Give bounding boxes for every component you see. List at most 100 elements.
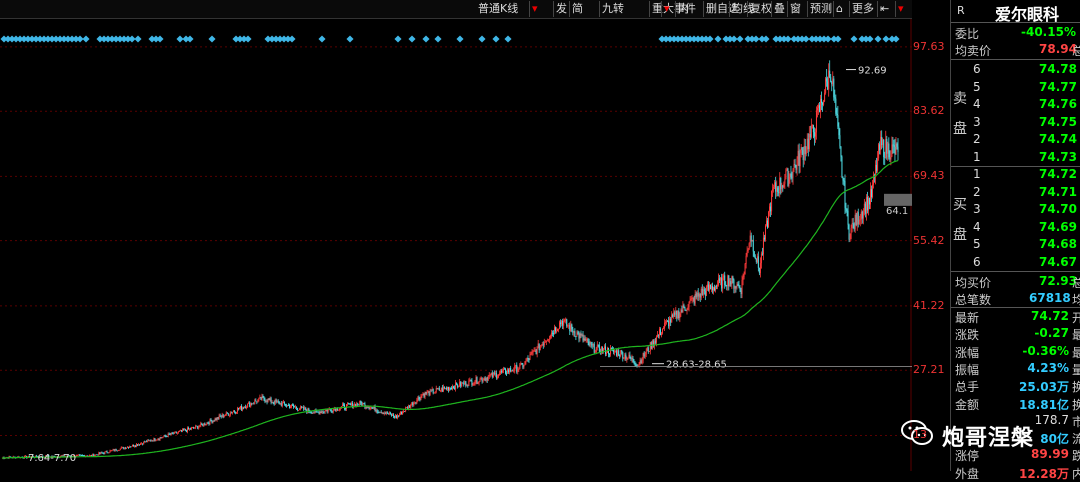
stat-suffix: 换 bbox=[1072, 380, 1080, 395]
candle-body bbox=[478, 381, 480, 384]
candle-body bbox=[826, 78, 828, 82]
candle-body bbox=[511, 370, 513, 372]
candle-body bbox=[630, 358, 632, 360]
candle-body bbox=[634, 362, 636, 365]
candle-body bbox=[349, 403, 351, 405]
candle-body bbox=[239, 408, 241, 410]
candle-body bbox=[503, 368, 505, 371]
toolbar-item-17[interactable]: ▾ bbox=[898, 0, 904, 18]
candle-body bbox=[105, 451, 107, 452]
candle-body bbox=[719, 278, 721, 281]
candle-body bbox=[249, 402, 251, 407]
candle-body bbox=[368, 407, 370, 409]
candle-body bbox=[384, 412, 386, 414]
toolbar-item-6[interactable]: ▾ bbox=[664, 0, 670, 18]
candle-body bbox=[392, 414, 394, 417]
candle-body bbox=[851, 223, 853, 229]
candle-body bbox=[415, 402, 417, 404]
toolbar-item-15[interactable]: 更多 bbox=[852, 0, 874, 18]
candle-body bbox=[468, 380, 470, 386]
toolbar-item-13[interactable]: 预测 bbox=[810, 0, 832, 18]
candle-body bbox=[710, 286, 712, 290]
toolbar-item-16[interactable]: ⇤ bbox=[880, 0, 889, 18]
candle-body bbox=[437, 387, 439, 390]
candle-body bbox=[847, 210, 849, 225]
candle-body bbox=[810, 125, 812, 138]
candle-body bbox=[486, 377, 488, 381]
candle-body bbox=[196, 425, 198, 427]
candle-body bbox=[177, 431, 179, 433]
candle-body bbox=[764, 225, 766, 240]
toolbar-item-11[interactable]: 叠 bbox=[774, 0, 785, 18]
candle-body bbox=[692, 297, 694, 299]
toolbar-item-14[interactable]: ⌂ bbox=[836, 0, 843, 18]
toolbar-item-4[interactable]: 九转 bbox=[602, 0, 624, 18]
candle-body bbox=[395, 415, 397, 419]
candle-body bbox=[297, 408, 299, 411]
candle-body bbox=[473, 383, 475, 385]
stat-label: 振幅 bbox=[955, 362, 980, 377]
candle-body bbox=[863, 203, 865, 212]
candle-body bbox=[664, 322, 666, 329]
candle-body bbox=[199, 426, 201, 427]
toolbar-item-5[interactable]: 重大事件 bbox=[652, 0, 696, 18]
candle-body bbox=[121, 447, 123, 448]
candle-body bbox=[622, 352, 624, 359]
candle-body bbox=[426, 391, 428, 394]
candle-body bbox=[126, 446, 128, 448]
weibi-label: 委比 bbox=[955, 27, 980, 41]
candle-body bbox=[237, 408, 239, 410]
candle-body bbox=[433, 392, 435, 394]
candle-body bbox=[341, 404, 343, 407]
toolbar-separator bbox=[877, 1, 878, 17]
toolbar-item-0[interactable]: 普通K线 bbox=[478, 0, 518, 18]
toolbar-item-2[interactable]: 发 bbox=[556, 0, 567, 18]
candle-body bbox=[412, 402, 414, 406]
stat-suffix: 换 bbox=[1072, 397, 1080, 412]
toolbar-item-7[interactable]: 内 bbox=[678, 0, 689, 18]
toolbar-item-10[interactable]: 复权 bbox=[750, 0, 772, 18]
candle-body bbox=[834, 97, 836, 99]
kline-chart[interactable]: 92.69 28.63-28.65 7.64-7.70 64.1 bbox=[0, 19, 912, 471]
candle-body bbox=[857, 212, 859, 225]
candle-body bbox=[268, 399, 270, 401]
candle-body bbox=[260, 397, 262, 400]
toolbar-item-12[interactable]: 窗 bbox=[790, 0, 801, 18]
candle-body bbox=[807, 138, 809, 150]
buy-level-price: 74.68 bbox=[1039, 237, 1077, 251]
sell-level-num: 2 bbox=[973, 132, 981, 146]
candle-body bbox=[893, 145, 895, 147]
candle-body bbox=[137, 444, 139, 446]
candle-body bbox=[559, 322, 561, 329]
candle-body bbox=[752, 240, 754, 252]
sell-level-price: 74.76 bbox=[1039, 97, 1077, 111]
sell-level-num: 4 bbox=[973, 97, 981, 111]
candle-body bbox=[789, 173, 791, 177]
candle-body bbox=[499, 371, 501, 374]
candle-body bbox=[474, 382, 476, 384]
candle-body bbox=[513, 370, 515, 372]
toolbar-item-1[interactable]: ▾ bbox=[532, 0, 538, 18]
candle-body bbox=[569, 325, 571, 332]
candle-body bbox=[572, 328, 574, 333]
candle-body bbox=[516, 364, 518, 372]
candle-body bbox=[494, 373, 496, 374]
toolbar-item-3[interactable]: 简 bbox=[572, 0, 583, 18]
signal-marker bbox=[422, 35, 430, 43]
candle-body bbox=[812, 125, 814, 133]
avg-buy-label: 均买价 bbox=[955, 276, 992, 290]
candle-body bbox=[485, 377, 487, 381]
candle-body bbox=[78, 454, 80, 456]
candle-body bbox=[457, 384, 459, 387]
candle-body bbox=[813, 132, 815, 137]
candle-body bbox=[233, 411, 235, 412]
candle-body bbox=[130, 446, 132, 448]
toolbar-separator bbox=[729, 1, 730, 17]
candle-body bbox=[695, 294, 697, 298]
candle-body bbox=[227, 413, 229, 416]
candle-body bbox=[702, 289, 704, 295]
candle-body bbox=[838, 126, 840, 136]
stat-label: 最新 bbox=[955, 311, 980, 325]
candle-body bbox=[589, 342, 591, 346]
candle-body bbox=[762, 237, 764, 255]
